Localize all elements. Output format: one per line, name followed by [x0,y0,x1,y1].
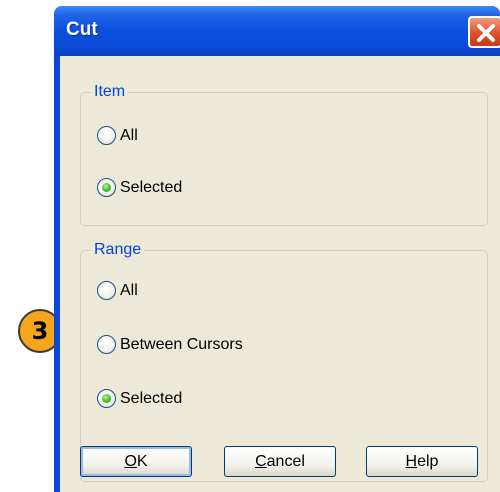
item-all-label: All [120,126,138,144]
range-between-cursors-radio[interactable]: Between Cursors [97,335,243,354]
range-all-label: All [120,281,138,299]
range-all-radio[interactable]: All [97,281,138,300]
item-groupbox: Item All Selected [80,83,488,226]
radio-unchecked-icon [97,126,116,145]
cancel-button[interactable]: Cancel [224,446,336,477]
cancel-mnemonic: C [255,453,267,470]
radio-checked-icon [97,178,116,197]
ok-label-rest: K [136,453,148,470]
help-label-rest: elp [417,453,439,470]
range-group-legend: Range [91,241,145,259]
range-selected-label: Selected [120,389,183,407]
cancel-label-rest: ancel [266,453,305,470]
range-between-cursors-label: Between Cursors [120,335,243,353]
radio-checked-icon [97,389,116,408]
help-button[interactable]: Help [366,446,478,477]
title-bar[interactable]: Cut [54,6,500,56]
item-group-legend: Item [91,83,129,101]
close-x-icon [477,24,495,42]
dialog-client-area: Item All Selected Range All Between Curs… [60,56,500,492]
item-selected-radio[interactable]: Selected [97,178,182,197]
ok-button[interactable]: OK [80,446,192,477]
item-selected-label: Selected [120,178,183,196]
dialog-title: Cut [66,19,98,40]
help-mnemonic: H [405,453,418,470]
close-button[interactable] [468,16,500,48]
range-selected-radio[interactable]: Selected [97,389,182,408]
cut-dialog: Cut Item All Selected Range All Between … [54,6,500,492]
radio-unchecked-icon [97,335,116,354]
radio-unchecked-icon [97,281,116,300]
item-all-radio[interactable]: All [97,126,138,145]
ok-mnemonic: O [124,453,137,470]
